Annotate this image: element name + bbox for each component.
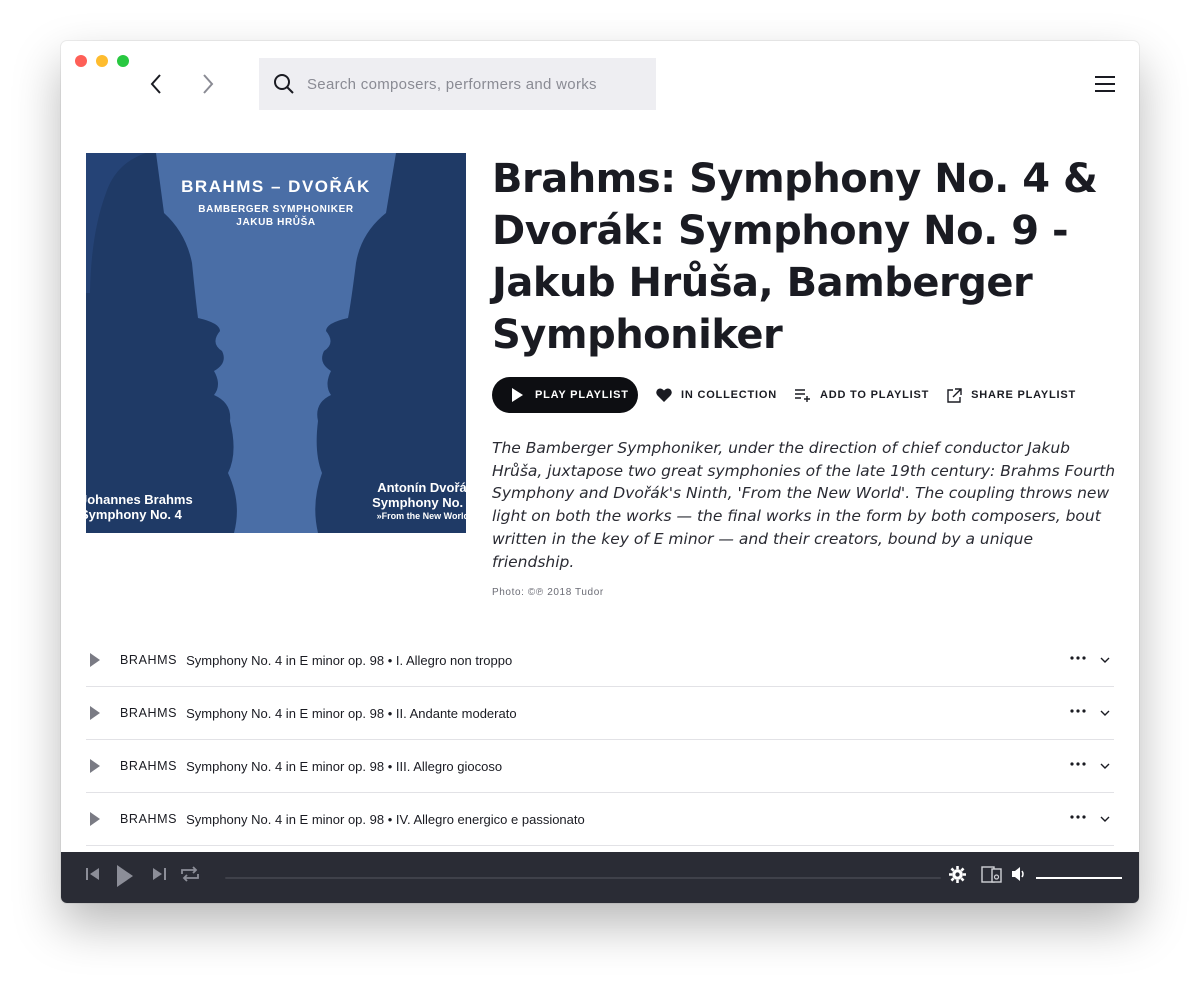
cover-right-text: Antonín Dvořák Symphony No. 9 »From the …: [372, 480, 466, 523]
player-play-button[interactable]: [117, 865, 133, 887]
track-row[interactable]: BRAHMS Symphony No. 4 in E minor op. 98 …: [86, 687, 1114, 740]
search-icon: [274, 74, 294, 94]
album-description: The Bamberger Symphoniker, under the dir…: [492, 439, 1116, 571]
track-composer: BRAHMS: [120, 759, 178, 773]
cover-title: BRAHMS – DVOŘÁK: [181, 177, 371, 196]
volume-button[interactable]: [1011, 866, 1027, 882]
album-title: Brahms: Symphony No. 4 & Dvorák: Symphon…: [492, 156, 1098, 358]
repeat-icon: [181, 866, 199, 882]
cover-left-work: Symphony No. 4: [86, 507, 182, 522]
menu-button[interactable]: [1093, 72, 1117, 96]
add-to-playlist-label: ADD TO PLAYLIST: [819, 389, 930, 401]
volume-icon: [1012, 867, 1024, 881]
settings-button[interactable]: [949, 866, 966, 883]
device-button[interactable]: [981, 866, 1003, 883]
heart-icon: [656, 388, 672, 402]
cover-left-text: Johannes Brahms Symphony No. 4: [86, 492, 193, 522]
cover-conductor: JAKUB HRŮŠA: [236, 217, 316, 228]
cover-right-composer: Antonín Dvořák: [377, 480, 466, 495]
forward-icon: [203, 74, 214, 94]
cover-right-subtitle: »From the New World«: [376, 511, 466, 521]
close-window-button[interactable]: [75, 55, 87, 67]
menu-icon: [1095, 76, 1115, 92]
track-work: Symphony No. 4 in E minor op. 98 • I. Al…: [186, 652, 513, 668]
app-window: BRAHMS – DVOŘÁK BAMBERGER SYMPHONIKER JA…: [61, 41, 1139, 903]
more-icon[interactable]: [1070, 656, 1086, 660]
album-cover: BRAHMS – DVOŘÁK BAMBERGER SYMPHONIKER JA…: [86, 153, 466, 533]
skip-forward-icon: [153, 868, 166, 880]
more-icon[interactable]: [1070, 709, 1086, 713]
progress-bar[interactable]: [225, 877, 941, 879]
back-icon: [150, 74, 161, 94]
volume-slider[interactable]: [1036, 877, 1122, 879]
play-playlist-button[interactable]: PLAY PLAYLIST: [492, 377, 638, 413]
chevron-down-icon[interactable]: [1100, 709, 1110, 717]
search-input[interactable]: [307, 75, 637, 93]
in-collection-label: IN COLLECTION: [681, 389, 777, 401]
play-playlist-label: PLAY PLAYLIST: [535, 389, 629, 401]
track-work: Symphony No. 4 in E minor op. 98 • II. A…: [186, 705, 517, 721]
play-icon: [90, 759, 100, 773]
chevron-down-icon[interactable]: [1100, 656, 1110, 664]
track-play-button[interactable]: [86, 812, 120, 826]
in-collection-button[interactable]: IN COLLECTION: [656, 388, 777, 402]
share-icon: [947, 387, 962, 403]
track-play-button[interactable]: [86, 653, 120, 667]
track-work: Symphony No. 4 in E minor op. 98 • III. …: [186, 758, 503, 774]
play-icon: [90, 653, 100, 667]
cover-orchestra: BAMBERGER SYMPHONIKER: [198, 204, 354, 215]
more-icon[interactable]: [1070, 762, 1086, 766]
track-composer: BRAHMS: [120, 706, 178, 720]
settings-icon: [949, 866, 966, 883]
more-icon[interactable]: [1070, 815, 1086, 819]
window-controls: [75, 55, 129, 67]
track-row[interactable]: BRAHMS Symphony No. 4 in E minor op. 98 …: [86, 740, 1114, 793]
maximize-window-button[interactable]: [117, 55, 129, 67]
album-actions: PLAY PLAYLIST IN COLLECTION ADD TO PLAYL…: [492, 377, 1076, 413]
repeat-button[interactable]: [179, 866, 201, 882]
track-composer: BRAHMS: [120, 812, 178, 826]
volume-fill: [1036, 877, 1122, 879]
add-to-playlist-icon: [794, 389, 810, 402]
play-icon: [117, 865, 133, 887]
cover-right-work: Symphony No. 9: [372, 495, 466, 510]
skip-back-icon: [86, 868, 99, 880]
back-button[interactable]: [143, 71, 169, 97]
skip-back-button[interactable]: [85, 866, 101, 882]
minimize-window-button[interactable]: [96, 55, 108, 67]
play-icon: [90, 706, 100, 720]
device-icon: [981, 866, 1002, 883]
track-row[interactable]: BRAHMS Symphony No. 4 in E minor op. 98 …: [86, 793, 1114, 846]
forward-button[interactable]: [195, 71, 221, 97]
add-to-playlist-button[interactable]: ADD TO PLAYLIST: [794, 388, 930, 402]
skip-forward-button[interactable]: [151, 866, 167, 882]
track-composer: BRAHMS: [120, 653, 178, 667]
chevron-down-icon[interactable]: [1100, 815, 1110, 823]
track-work: Symphony No. 4 in E minor op. 98 • IV. A…: [186, 811, 585, 827]
player-bar: [61, 852, 1139, 903]
search-bar[interactable]: [259, 58, 656, 110]
track-row[interactable]: BRAHMS Symphony No. 4 in E minor op. 98 …: [86, 634, 1114, 687]
play-icon: [90, 812, 100, 826]
track-list: BRAHMS Symphony No. 4 in E minor op. 98 …: [86, 634, 1114, 846]
chevron-down-icon[interactable]: [1100, 762, 1110, 770]
cover-left-composer: Johannes Brahms: [86, 492, 193, 507]
share-playlist-label: SHARE PLAYLIST: [971, 389, 1077, 401]
photo-credit: Photo: ©℗ 2018 Tudor: [492, 587, 604, 598]
track-play-button[interactable]: [86, 759, 120, 773]
share-playlist-button[interactable]: SHARE PLAYLIST: [947, 387, 1077, 403]
play-icon: [512, 388, 523, 402]
track-play-button[interactable]: [86, 706, 120, 720]
